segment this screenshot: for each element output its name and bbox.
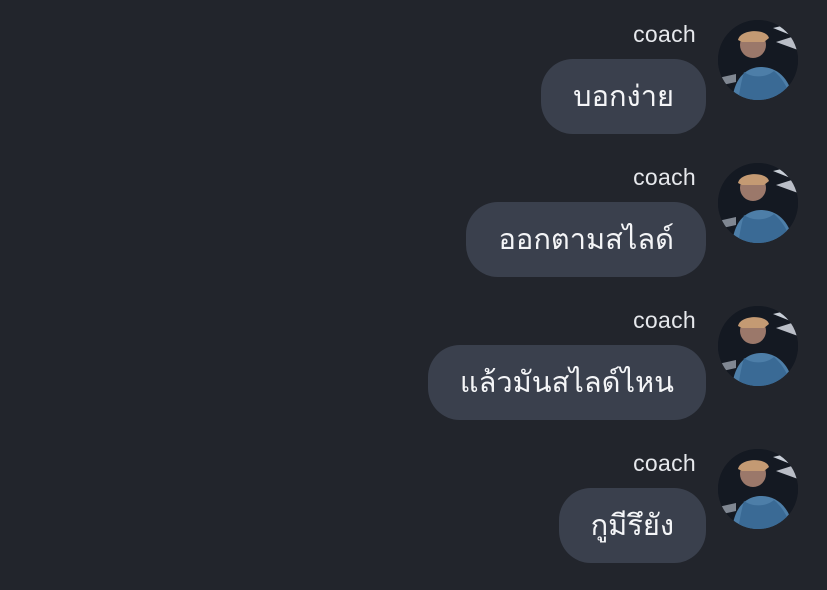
user-avatar-icon[interactable] [718,163,798,243]
message-bubble[interactable]: บอกง่าย [541,59,706,134]
user-avatar-icon[interactable] [718,449,798,529]
sender-name: coach [633,21,696,47]
message-row: coach กูมีรึยัง [0,447,827,590]
message-row: coach บอกง่าย [0,18,827,161]
sender-name: coach [633,307,696,333]
message-bubble[interactable]: แล้วมันสไลด์ไหน [427,345,706,420]
chat-thread: coach บอกง่าย coach ออกตามสไลด์ coach แล… [0,0,827,580]
user-avatar-icon[interactable] [718,20,798,100]
user-avatar-icon[interactable] [718,306,798,386]
message-row: coach ออกตามสไลด์ [0,161,827,304]
sender-name: coach [633,450,696,476]
sender-name: coach [633,164,696,190]
message-bubble[interactable]: กูมีรึยัง [558,488,706,563]
message-bubble[interactable]: ออกตามสไลด์ [466,202,706,277]
message-row: coach แล้วมันสไลด์ไหน [0,304,827,447]
